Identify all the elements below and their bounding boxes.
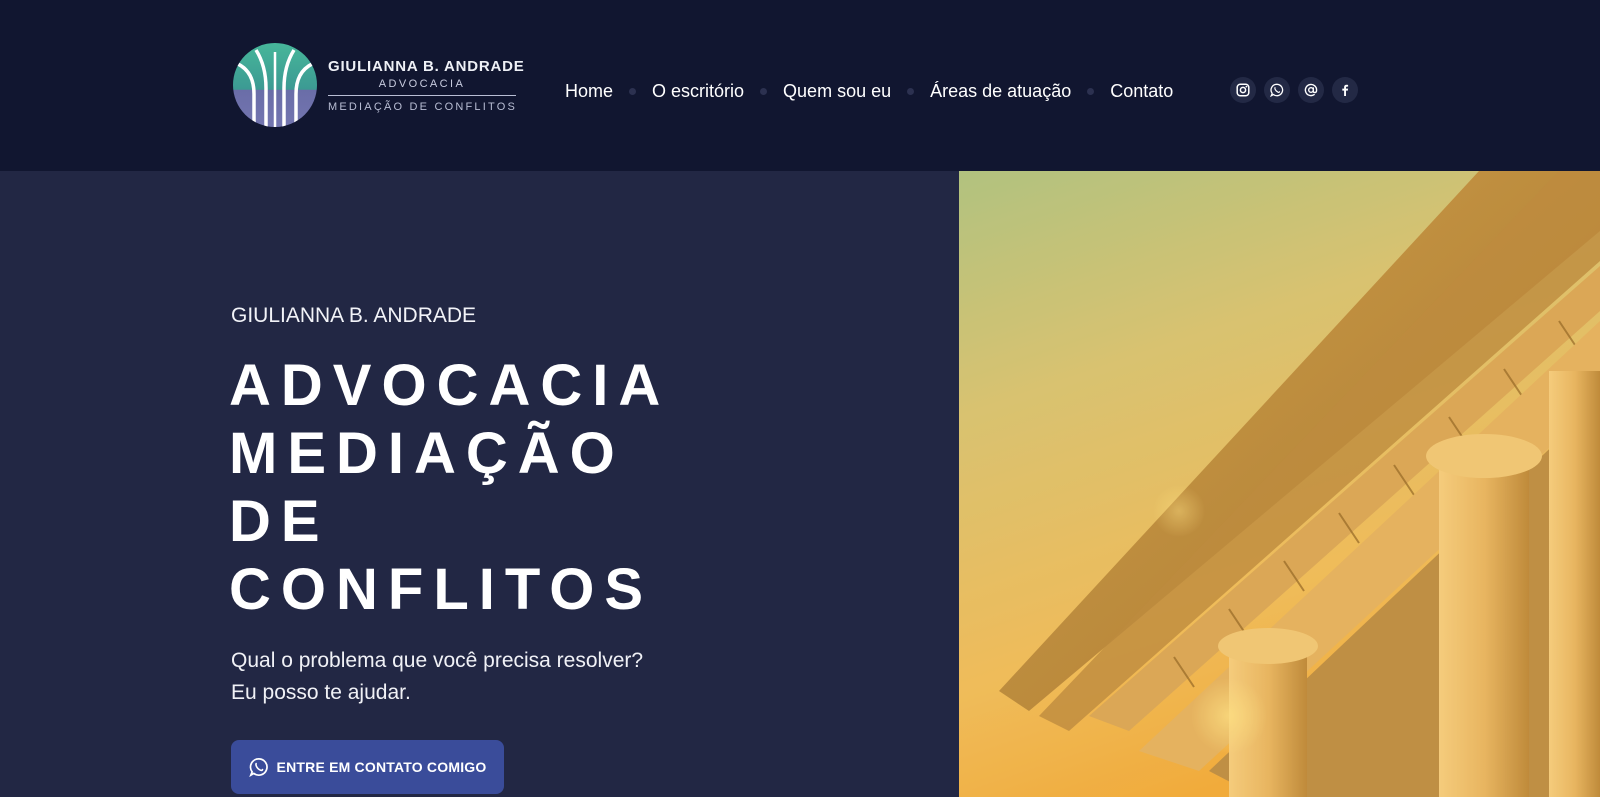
contact-cta-button[interactable]: ENTRE EM CONTATO COMIGO	[231, 740, 504, 794]
nav-item-about[interactable]: Quem sou eu	[783, 81, 891, 102]
nav-separator	[760, 87, 768, 95]
nav-item-contact[interactable]: Contato	[1110, 81, 1173, 102]
main-nav: Home O escritório Quem sou eu Áreas de a…	[565, 78, 1173, 104]
hero-title-line: CONFLITOS	[229, 557, 654, 622]
instagram-icon	[1236, 83, 1250, 97]
nav-separator	[907, 87, 915, 95]
facebook-icon	[1342, 84, 1349, 96]
brand-name: GIULIANNA B. ANDRADE	[328, 57, 525, 75]
whatsapp-button[interactable]	[1264, 77, 1290, 103]
email-at-icon	[1304, 83, 1318, 97]
whatsapp-icon	[248, 757, 268, 777]
hero-title-line: ADVOCACIA	[229, 353, 671, 418]
nav-item-home[interactable]: Home	[565, 81, 613, 102]
whatsapp-icon	[1270, 83, 1284, 97]
nav-separator	[629, 87, 637, 95]
email-button[interactable]	[1298, 77, 1324, 103]
hero-description-line: Qual o problema que você precisa resolve…	[231, 649, 644, 672]
nav-item-office[interactable]: O escritório	[652, 81, 744, 102]
brand-logo[interactable]: GIULIANNA B. ANDRADE ADVOCACIA MEDIAÇÃO …	[232, 42, 525, 128]
brand-tagline: MEDIAÇÃO DE CONFLITOS	[328, 100, 518, 113]
brand-subtitle: ADVOCACIA	[328, 78, 516, 96]
hero-title-line: MEDIAÇÃO	[229, 421, 625, 486]
instagram-button[interactable]	[1230, 77, 1256, 103]
hero-title: ADVOCACIA MEDIAÇÃO DE CONFLITOS	[229, 352, 849, 624]
contact-cta-label: ENTRE EM CONTATO COMIGO	[276, 759, 487, 775]
hero-description: Qual o problema que você precisa resolve…	[231, 645, 643, 709]
brand-emblem-icon	[233, 43, 317, 127]
nav-separator	[1087, 87, 1095, 95]
courthouse-photo	[959, 171, 1600, 797]
site-header: GIULIANNA B. ANDRADE ADVOCACIA MEDIAÇÃO …	[0, 0, 1600, 171]
social-links	[1230, 77, 1358, 103]
facebook-button[interactable]	[1332, 77, 1358, 103]
hero-description-line: Eu posso te ajudar.	[231, 681, 411, 704]
hero-title-line: DE	[229, 489, 330, 554]
hero-eyebrow: GIULIANNA B. ANDRADE	[231, 304, 477, 327]
nav-item-practice-areas[interactable]: Áreas de atuação	[930, 81, 1071, 102]
brand-wordmark: GIULIANNA B. ANDRADE ADVOCACIA MEDIAÇÃO …	[328, 57, 525, 113]
